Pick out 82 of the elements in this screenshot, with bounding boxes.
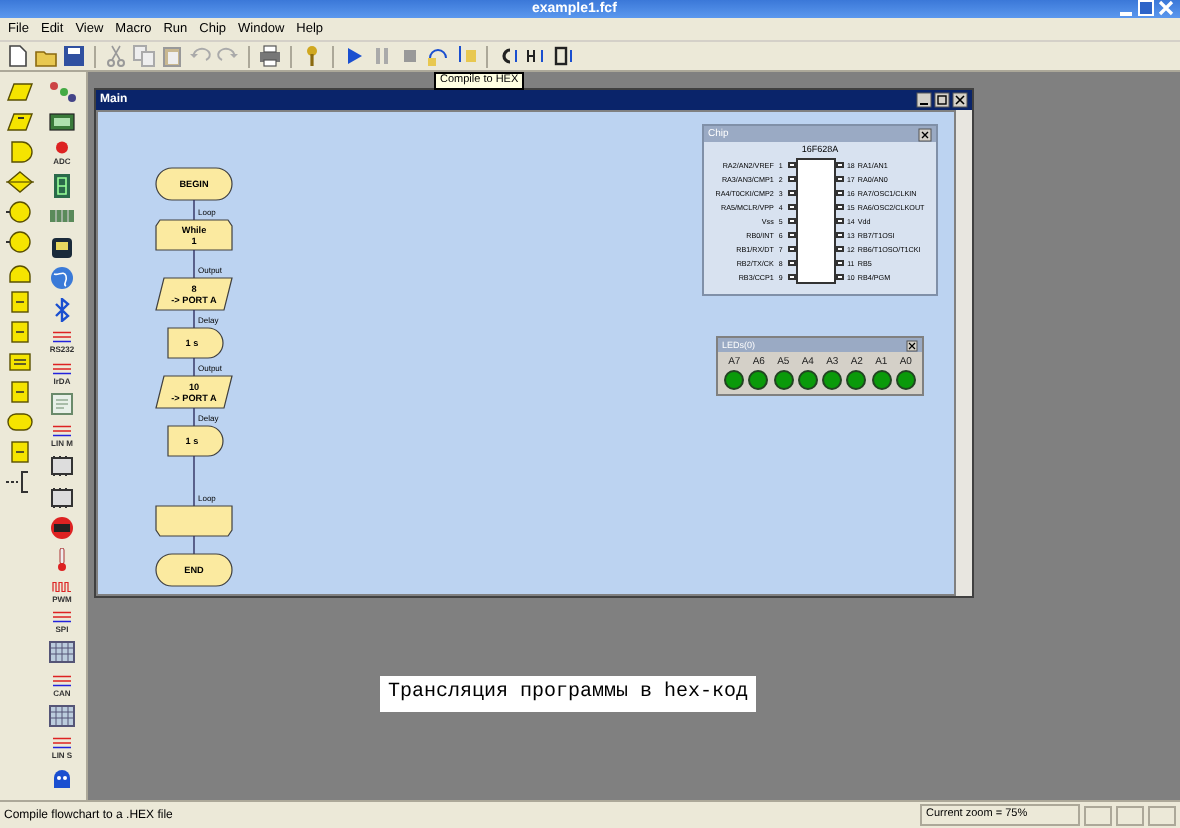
pin	[787, 260, 796, 266]
robot-icon[interactable]	[48, 765, 76, 790]
chip-icon[interactable]	[48, 485, 76, 510]
bus-icon[interactable]	[48, 421, 76, 440]
printer-icon[interactable]	[258, 44, 282, 68]
decision-icon[interactable]	[6, 169, 34, 193]
compile-hex-icon[interactable]	[524, 44, 548, 68]
flowchart-terminal-shape[interactable]	[155, 167, 233, 201]
pin	[787, 162, 796, 168]
restore-icon[interactable]	[1138, 0, 1154, 16]
pin	[835, 274, 844, 280]
pin	[835, 260, 844, 266]
pin	[835, 162, 844, 168]
clipboard-icon[interactable]	[160, 44, 184, 68]
pin	[835, 176, 844, 182]
flowchart-delay-shape[interactable]	[167, 425, 224, 457]
pin	[835, 204, 844, 210]
pin	[787, 246, 796, 252]
bus-icon[interactable]	[48, 359, 76, 378]
connector-line	[193, 249, 195, 279]
pin	[835, 246, 844, 252]
save-icon[interactable]	[62, 44, 86, 68]
step-over-icon[interactable]	[426, 44, 450, 68]
block-icon[interactable]	[6, 439, 34, 463]
flowchart-delay-shape[interactable]	[167, 327, 224, 359]
macro-icon[interactable]	[6, 199, 34, 223]
ic-chip-body	[795, 158, 836, 284]
compile-c-icon[interactable]	[496, 44, 520, 68]
grid-icon[interactable]	[48, 703, 76, 728]
delay-icon[interactable]	[6, 139, 34, 163]
flowchart-output-shape[interactable]	[155, 277, 233, 311]
bus-icon[interactable]	[48, 328, 76, 347]
motor-icon[interactable]	[48, 516, 76, 541]
input-icon[interactable]	[6, 79, 34, 103]
connector-line	[193, 199, 195, 221]
flowchart-output-shape[interactable]	[155, 375, 233, 409]
calculation-icon[interactable]	[6, 349, 34, 373]
flowchart-loop-start-shape[interactable]	[155, 219, 233, 251]
close-icon[interactable]	[918, 127, 932, 141]
globe-icon[interactable]	[48, 266, 76, 291]
loop-icon[interactable]	[6, 259, 34, 283]
pin	[787, 190, 796, 196]
close-icon[interactable]	[952, 92, 968, 108]
maximize-icon[interactable]	[934, 92, 950, 108]
scrollbar[interactable]	[956, 110, 972, 596]
pulse-wave-icon[interactable]	[48, 577, 76, 596]
pin	[787, 274, 796, 280]
pin	[787, 204, 796, 210]
comment-icon[interactable]	[6, 469, 34, 493]
connector-line	[193, 357, 195, 377]
block-icon[interactable]	[6, 289, 34, 313]
pin	[787, 176, 796, 182]
document-icon[interactable]	[48, 391, 76, 416]
connector-line	[193, 535, 195, 555]
bus-icon[interactable]	[48, 733, 76, 752]
bus-icon[interactable]	[48, 671, 76, 690]
display-icon[interactable]	[48, 235, 76, 260]
close-icon[interactable]	[906, 339, 918, 351]
pin	[835, 232, 844, 238]
connector-line	[193, 407, 195, 427]
pin	[835, 190, 844, 196]
connector-line	[193, 455, 195, 507]
network-icon[interactable]	[48, 79, 76, 104]
flowchart-terminal-shape[interactable]	[155, 553, 233, 587]
flowchart-loop-end-shape[interactable]	[155, 505, 233, 537]
block-icon[interactable]	[6, 319, 34, 343]
bus-icon[interactable]	[48, 608, 76, 627]
connector-line	[193, 309, 195, 329]
pin	[787, 232, 796, 238]
board-icon[interactable]	[48, 110, 76, 135]
block-icon[interactable]	[6, 379, 34, 403]
caption: Трансляция программы в hex-код	[380, 676, 757, 712]
minimize-icon[interactable]	[916, 92, 932, 108]
pin	[787, 218, 796, 224]
seven-segment-icon[interactable]	[48, 173, 76, 198]
output-icon[interactable]	[6, 109, 34, 133]
step-into-icon[interactable]	[454, 44, 478, 68]
macro-icon[interactable]	[6, 229, 34, 253]
chip-icon[interactable]	[48, 453, 76, 478]
pin	[835, 218, 844, 224]
grid-icon[interactable]	[48, 640, 76, 665]
compile-chip-icon[interactable]	[552, 44, 576, 68]
